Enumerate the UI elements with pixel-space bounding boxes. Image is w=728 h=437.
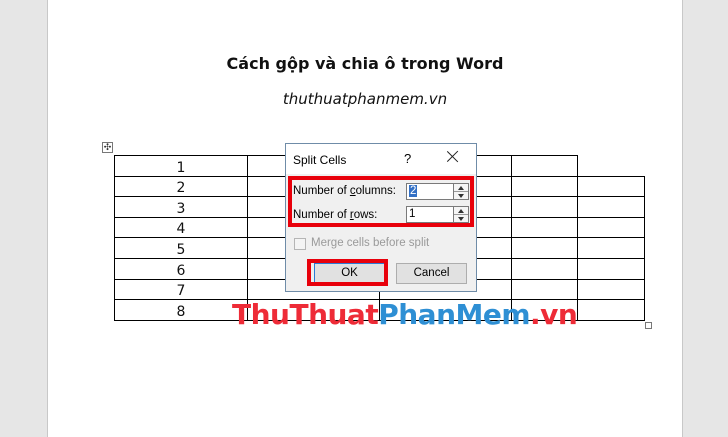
columns-value: 2	[409, 185, 418, 197]
table-cell[interactable]	[577, 175, 645, 198]
table-cell[interactable]	[511, 237, 578, 259]
document-subtitle: thuthuatphanmem.vn	[282, 90, 448, 108]
table-cell[interactable]	[577, 237, 645, 259]
spin-down-icon[interactable]	[454, 192, 468, 200]
table-cell[interactable]: 4	[114, 216, 248, 239]
watermark-part3: .vn	[530, 298, 578, 331]
rows-value: 1	[409, 208, 416, 220]
table-cell[interactable]	[511, 257, 578, 280]
watermark: ThuThuatPhanMem.vn	[232, 298, 578, 331]
watermark-part1: ThuThuat	[232, 298, 379, 331]
ok-button[interactable]: OK	[314, 263, 385, 284]
merge-label: Merge cells before split	[311, 237, 430, 249]
table-cell[interactable]	[577, 196, 645, 218]
table-cell[interactable]	[577, 278, 645, 301]
rows-spinner[interactable]	[453, 206, 469, 223]
table-cell[interactable]: 1	[114, 155, 248, 177]
spin-down-icon[interactable]	[454, 215, 468, 223]
columns-input[interactable]: 2	[406, 183, 454, 200]
columns-spinner[interactable]	[453, 183, 469, 200]
spin-up-icon[interactable]	[454, 207, 468, 215]
table-cell[interactable]	[577, 257, 645, 280]
table-cell[interactable]: 5	[114, 237, 248, 259]
watermark-part2: PhanMem	[378, 298, 531, 331]
table-cell[interactable]	[511, 278, 578, 301]
table-resize-icon[interactable]	[645, 322, 652, 329]
table-cell[interactable]	[577, 299, 645, 321]
table-cell[interactable]: 6	[114, 257, 248, 280]
table-move-icon[interactable]: ✣	[102, 142, 113, 153]
cancel-button[interactable]: Cancel	[396, 263, 467, 284]
table-cell[interactable]	[511, 175, 578, 198]
rows-label: Number of rows:	[293, 209, 378, 221]
spin-up-icon[interactable]	[454, 184, 468, 192]
table-cell[interactable]: 2	[114, 175, 248, 198]
table-cell[interactable]	[511, 155, 578, 177]
split-cells-dialog: Split Cells ? Number of columns: 2 Numbe…	[285, 143, 477, 292]
table-cell[interactable]: 3	[114, 196, 248, 218]
table-cell[interactable]	[511, 196, 578, 218]
columns-label: Number of columns:	[293, 185, 396, 197]
dialog-titlebar[interactable]: Split Cells ?	[286, 144, 476, 174]
merge-checkbox[interactable]	[294, 238, 306, 250]
document-title: Cách gộp và chia ô trong Word	[226, 54, 504, 73]
close-icon[interactable]	[445, 149, 461, 165]
table-cell[interactable]	[511, 216, 578, 239]
dialog-title: Split Cells	[293, 153, 347, 167]
table-cell[interactable]	[577, 216, 645, 239]
table-cell[interactable]: 8	[114, 299, 248, 321]
table-cell[interactable]: 7	[114, 278, 248, 301]
rows-input[interactable]: 1	[406, 206, 454, 223]
help-button[interactable]: ?	[404, 151, 411, 166]
